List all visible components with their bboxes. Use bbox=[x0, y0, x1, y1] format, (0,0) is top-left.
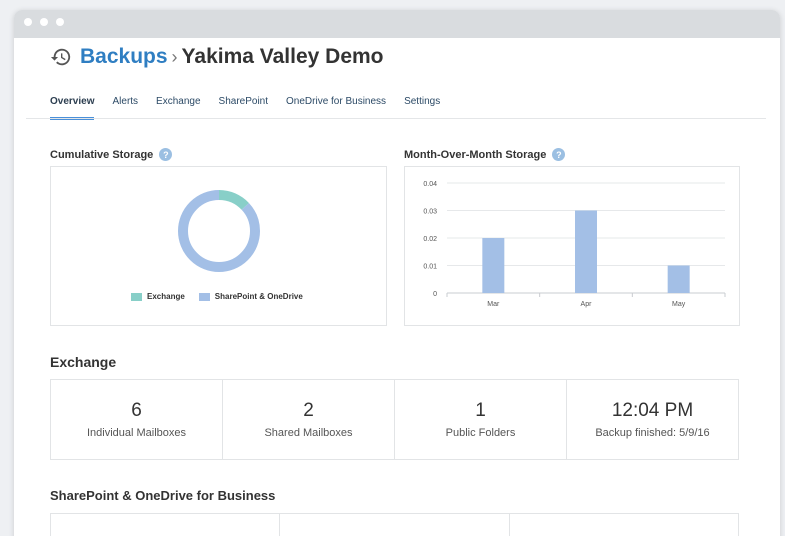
y-tick-label: 0.02 bbox=[423, 236, 437, 243]
stat-label: Backup finished: 5/9/16 bbox=[595, 427, 710, 439]
cumulative-storage-panel: Exchange SharePoint & OneDrive bbox=[50, 166, 387, 326]
stat-value: 6 bbox=[131, 400, 142, 421]
sharepoint-stat-cell bbox=[51, 514, 281, 536]
stat-public-folders: 1 Public Folders bbox=[395, 380, 567, 459]
x-tick-label: Mar bbox=[487, 301, 500, 308]
stat-label: Individual Mailboxes bbox=[86, 427, 187, 439]
page-title: Yakima Valley Demo bbox=[181, 45, 384, 68]
legend-label: Exchange bbox=[147, 292, 185, 301]
mom-storage-panel: 0 0.01 0.02 0.03 0.04 Mar Apr May bbox=[404, 166, 740, 326]
y-tick-label: 0 bbox=[433, 291, 437, 298]
history-icon bbox=[50, 46, 72, 68]
bar-apr bbox=[575, 210, 597, 293]
x-tick-label: May bbox=[672, 301, 686, 308]
help-icon[interactable]: ? bbox=[159, 148, 173, 161]
help-icon[interactable]: ? bbox=[552, 148, 566, 161]
cumulative-storage-label: Cumulative Storage bbox=[50, 148, 154, 161]
y-tick-label: 0.04 bbox=[423, 181, 437, 188]
breadcrumb: Backups › Yakima Valley Demo bbox=[50, 42, 384, 72]
legend-swatch bbox=[198, 292, 210, 301]
stat-value: 2 bbox=[303, 400, 314, 421]
mom-storage-title: Month-Over-Month Storage ? bbox=[404, 148, 566, 161]
chart-legend: Exchange SharePoint & OneDrive bbox=[131, 292, 317, 301]
sharepoint-stats bbox=[50, 513, 739, 536]
exchange-heading: Exchange bbox=[50, 354, 117, 370]
stat-shared-mailboxes: 2 Shared Mailboxes bbox=[223, 380, 395, 459]
breadcrumb-backups-link[interactable]: Backups bbox=[80, 45, 168, 69]
stat-label: Shared Mailboxes bbox=[264, 427, 353, 439]
tab-exchange[interactable]: Exchange bbox=[156, 90, 200, 120]
tab-overview[interactable]: Overview bbox=[50, 90, 95, 120]
y-tick-label: 0.01 bbox=[423, 264, 437, 271]
sharepoint-stat-cell bbox=[510, 514, 738, 536]
window-dot-icon[interactable] bbox=[40, 18, 48, 26]
stat-backup-finished: 12:04 PM Backup finished: 5/9/16 bbox=[567, 380, 738, 459]
stat-value: 12:04 PM bbox=[611, 400, 694, 421]
bar-may bbox=[667, 265, 690, 293]
mom-storage-bar-chart: 0 0.01 0.02 0.03 0.04 Mar Apr May bbox=[423, 181, 726, 308]
breadcrumb-separator: › bbox=[171, 46, 178, 67]
x-tick-label: Apr bbox=[581, 301, 593, 308]
stat-value: 1 bbox=[475, 400, 486, 421]
bar-mar bbox=[482, 238, 505, 293]
tab-sharepoint[interactable]: SharePoint bbox=[219, 90, 268, 120]
legend-swatch bbox=[131, 292, 142, 301]
tab-divider bbox=[26, 118, 766, 119]
y-tick-label: 0.03 bbox=[423, 209, 437, 216]
cumulative-storage-title: Cumulative Storage ? bbox=[50, 148, 173, 161]
window-dot-icon[interactable] bbox=[56, 18, 64, 26]
sharepoint-stat-cell bbox=[280, 514, 510, 536]
exchange-stats: 6 Individual Mailboxes 2 Shared Mailboxe… bbox=[50, 379, 739, 460]
tab-onedrive-for-business[interactable]: OneDrive for Business bbox=[286, 90, 386, 120]
window-titlebar bbox=[14, 10, 780, 38]
stat-individual-mailboxes: 6 Individual Mailboxes bbox=[51, 380, 223, 459]
window-dot-icon[interactable] bbox=[24, 18, 32, 26]
sharepoint-heading: SharePoint & OneDrive for Business bbox=[50, 488, 276, 503]
tab-bar: Overview Alerts Exchange SharePoint OneDrive… bbox=[50, 90, 780, 120]
stat-label: Public Folders bbox=[445, 427, 516, 439]
tab-alerts[interactable]: Alerts bbox=[112, 90, 138, 120]
browser-window: Backups › Yakima Valley Demo Overview Ale… bbox=[14, 10, 780, 536]
tab-settings[interactable]: Settings bbox=[404, 90, 440, 120]
cumulative-storage-donut bbox=[178, 190, 260, 272]
legend-item-sharepoint: SharePoint & OneDrive bbox=[198, 292, 303, 301]
legend-label: SharePoint & OneDrive bbox=[214, 292, 303, 301]
legend-item-exchange: Exchange bbox=[131, 292, 185, 301]
mom-storage-label: Month-Over-Month Storage bbox=[404, 148, 547, 161]
